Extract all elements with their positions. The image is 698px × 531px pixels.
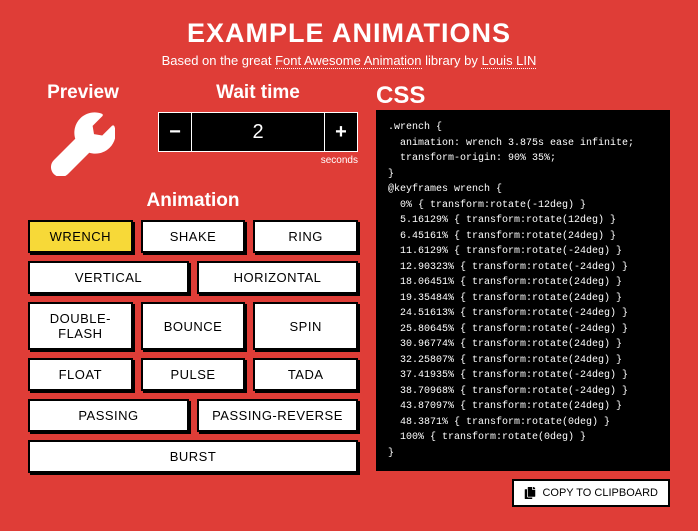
preview-heading: Preview <box>28 82 138 104</box>
clipboard-icon <box>524 487 536 499</box>
animation-button-passing-reverse[interactable]: PASSING-REVERSE <box>197 399 358 432</box>
wait-stepper: − 2 + <box>158 112 358 152</box>
link-author[interactable]: Louis LIN <box>481 53 536 69</box>
animation-button-burst[interactable]: BURST <box>28 440 358 473</box>
animation-button-wrench[interactable]: WRENCH <box>28 220 133 253</box>
animation-heading: Animation <box>28 190 358 212</box>
animation-button-spin[interactable]: SPIN <box>253 302 358 350</box>
page-title: Example animations <box>28 18 670 49</box>
wrench-icon <box>51 112 115 176</box>
wait-heading: Wait time <box>158 82 358 104</box>
animation-button-ring[interactable]: RING <box>253 220 358 253</box>
wait-plus-button[interactable]: + <box>324 112 358 152</box>
animation-button-float[interactable]: FLOAT <box>28 358 133 391</box>
wait-minus-button[interactable]: − <box>158 112 192 152</box>
animation-button-pulse[interactable]: PULSE <box>141 358 246 391</box>
animation-button-bounce[interactable]: BOUNCE <box>141 302 246 350</box>
css-output: .wrench { animation: wrench 3.875s ease … <box>376 110 670 471</box>
animation-button-tada[interactable]: TADA <box>253 358 358 391</box>
link-faa[interactable]: Font Awesome Animation <box>275 53 421 69</box>
wait-units: seconds <box>158 155 358 166</box>
animation-buttons: WRENCHSHAKERING VERTICALHORIZONTAL DOUBLE-… <box>28 220 358 473</box>
animation-button-horizontal[interactable]: HORIZONTAL <box>197 261 358 294</box>
animation-button-vertical[interactable]: VERTICAL <box>28 261 189 294</box>
copy-label: COPY TO CLIPBOARD <box>542 487 658 499</box>
copy-to-clipboard-button[interactable]: COPY TO CLIPBOARD <box>512 479 670 507</box>
animation-button-passing[interactable]: PASSING <box>28 399 189 432</box>
animation-button-double-flash[interactable]: DOUBLE-FLASH <box>28 302 133 350</box>
wait-value: 2 <box>192 112 324 152</box>
animation-button-shake[interactable]: SHAKE <box>141 220 246 253</box>
page-subtitle: Based on the great Font Awesome Animatio… <box>28 53 670 68</box>
css-heading: CSS <box>376 82 670 110</box>
